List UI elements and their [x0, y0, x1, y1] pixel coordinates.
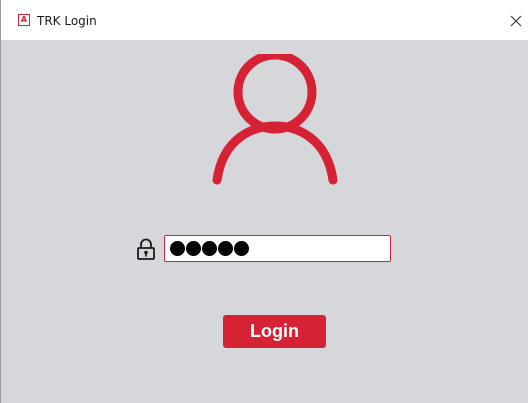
app-logo-letter: A — [20, 15, 28, 24]
password-dot — [202, 241, 217, 256]
login-button[interactable]: Login — [223, 315, 326, 348]
login-panel: Login — [1, 40, 528, 403]
login-window: A TRK Login Login — [0, 0, 528, 403]
password-field[interactable] — [164, 235, 391, 262]
close-icon — [510, 15, 522, 27]
password-mask — [170, 241, 249, 256]
password-dot — [234, 241, 249, 256]
window-title: TRK Login — [37, 14, 97, 28]
title-bar[interactable]: A TRK Login — [1, 0, 528, 40]
lock-icon — [137, 238, 155, 260]
app-logo-icon: A — [18, 14, 30, 26]
password-dot — [186, 241, 201, 256]
close-button[interactable] — [504, 8, 528, 34]
password-dot — [218, 241, 233, 256]
user-avatar-icon — [212, 54, 338, 185]
password-dot — [170, 241, 185, 256]
